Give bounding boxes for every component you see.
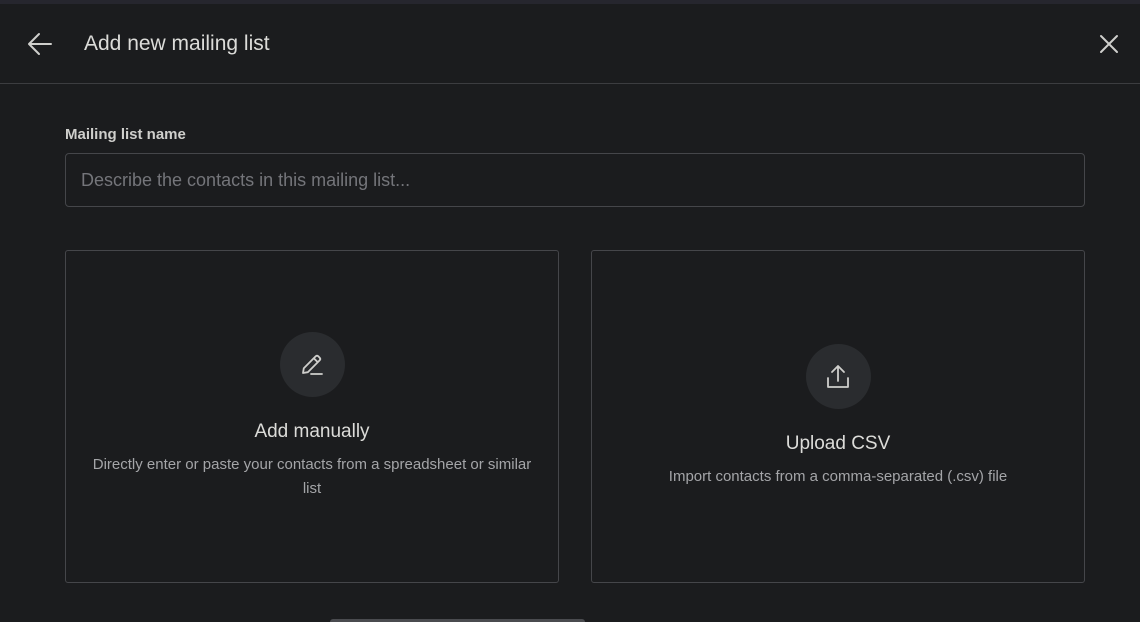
add-manually-description: Directly enter or paste your contacts fr… bbox=[92, 456, 532, 497]
upload-csv-title: Upload CSV bbox=[785, 433, 891, 454]
upload-icon bbox=[827, 364, 849, 388]
add-manually-icon-badge bbox=[279, 332, 345, 397]
dialog-header: Add new mailing list bbox=[0, 4, 1140, 84]
upload-csv-option[interactable]: Upload CSV Import contacts from a comma-… bbox=[591, 250, 1085, 583]
mailing-list-name-label: Mailing list name bbox=[65, 126, 186, 143]
back-button[interactable] bbox=[26, 30, 54, 58]
close-button[interactable] bbox=[1096, 31, 1122, 57]
mailing-list-name-input[interactable] bbox=[65, 153, 1085, 207]
pencil-icon bbox=[302, 354, 323, 375]
upload-csv-description: Import contacts from a comma-separated (… bbox=[668, 468, 1008, 485]
dialog-title: Add new mailing list bbox=[84, 32, 270, 55]
upload-csv-icon-badge bbox=[805, 344, 871, 409]
arrow-left-icon bbox=[28, 33, 52, 55]
close-icon bbox=[1100, 35, 1118, 53]
add-manually-title: Add manually bbox=[254, 421, 370, 442]
add-manually-option[interactable]: Add manually Directly enter or paste you… bbox=[65, 250, 559, 583]
